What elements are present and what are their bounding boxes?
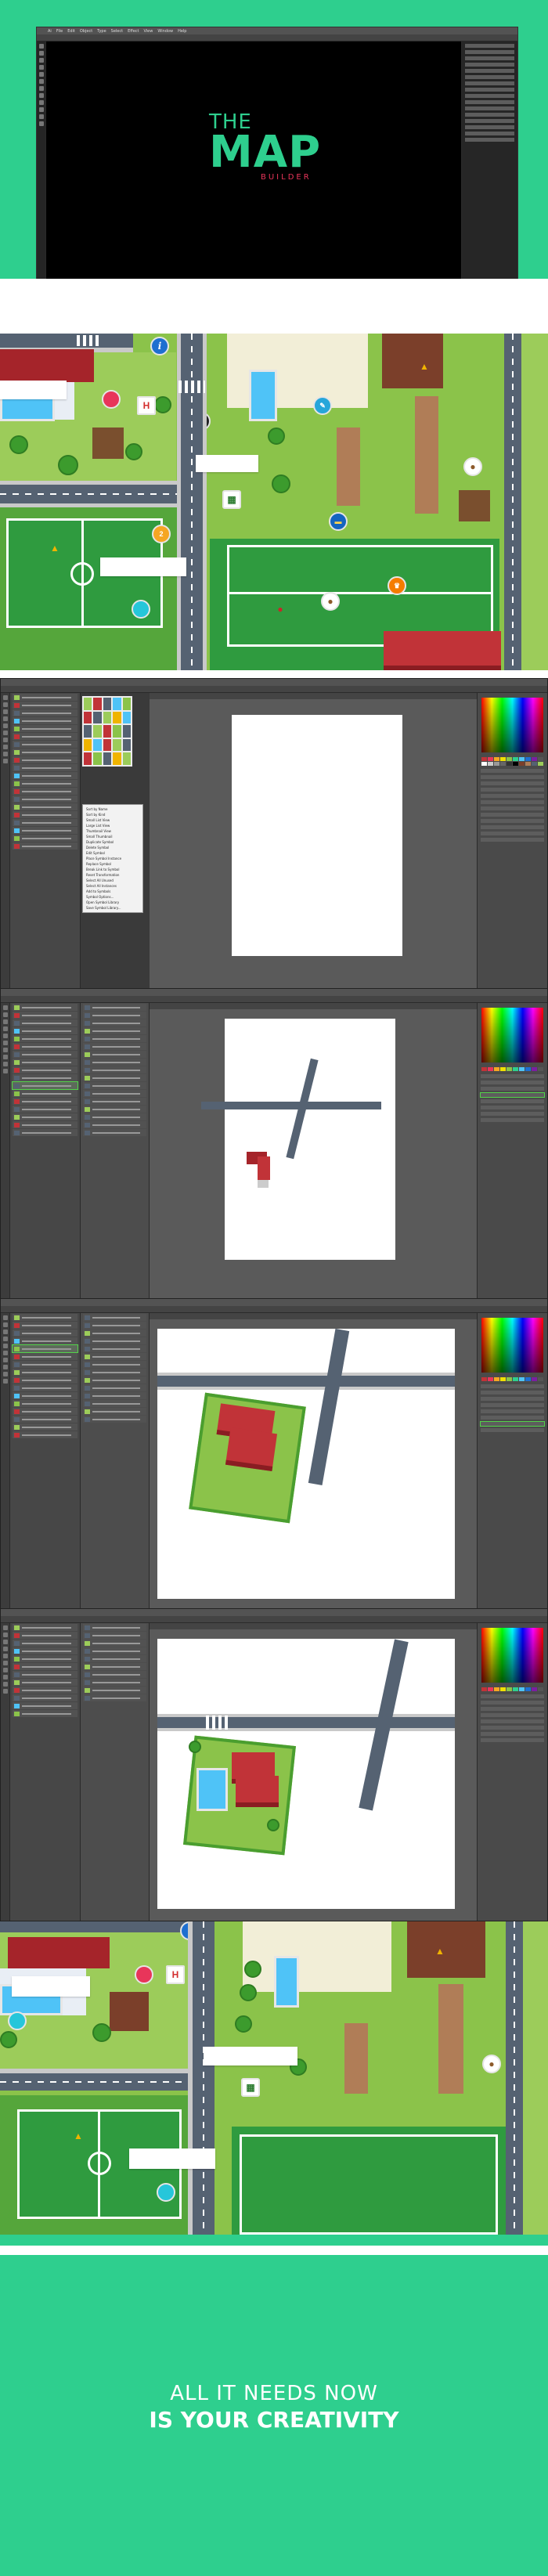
menu-item[interactable]: Ai [48, 29, 52, 34]
color-panel [477, 693, 547, 990]
logo-builder: BUILDER [261, 173, 312, 182]
menu-item[interactable]: Select [111, 29, 123, 34]
right-panels [461, 41, 517, 279]
burger-pin-icon [102, 390, 121, 409]
rotate-tool-icon[interactable] [38, 86, 44, 91]
context-menu-item[interactable]: Select All Instances [83, 883, 142, 889]
context-menu-item[interactable]: Sort by Name [83, 806, 142, 812]
cinema-3-pin-icon [157, 2183, 175, 2202]
menu-item[interactable]: View [143, 29, 153, 34]
context-menu-item[interactable]: Save Symbol Library... [83, 905, 142, 911]
crown-pin-icon: ♛ [388, 576, 406, 595]
app-window: Ai File Edit Object Type Select Effect V… [36, 27, 518, 279]
menu-item[interactable]: Object [80, 29, 92, 34]
context-menu-item[interactable]: Replace Symbol [83, 861, 142, 867]
brush-tool-icon[interactable] [38, 79, 44, 84]
footer-banner: ALL IT NEEDS NOW IS YOUR CREATIVITY [0, 2235, 548, 2576]
context-menu-item[interactable]: Edit Symbol [83, 850, 142, 856]
excavator-4-pin-icon: ▲ [435, 1946, 445, 1957]
map-scene-2: i H ▲ ▦ ▲ ● [0, 1921, 548, 2235]
map-marker-icon: ● [277, 604, 283, 615]
symbols-panel [10, 693, 81, 990]
pencil-pin-icon: ✎ [313, 396, 332, 415]
excavator-pin-icon: ▲ [50, 543, 59, 554]
context-menu-item[interactable]: Select All Unused [83, 878, 142, 883]
zoom-tool-icon[interactable] [38, 121, 44, 126]
menu-bar: Ai File Edit Object Type Select Effect V… [37, 27, 517, 34]
hospital-3-pin-icon: H [166, 1965, 185, 1984]
context-menu-item[interactable]: Small List View [83, 817, 142, 823]
medal-pin-icon: 2 [152, 525, 171, 543]
cinema-2-pin-icon [8, 2011, 27, 2030]
menu-item[interactable]: Effect [128, 29, 139, 34]
swatches[interactable] [481, 757, 543, 766]
direct-select-tool-icon[interactable] [38, 51, 44, 56]
context-menu-item[interactable]: Break Link to Symbol [83, 867, 142, 872]
type-tool-icon[interactable] [38, 65, 44, 70]
hospital-4-pin-icon: ▦ [241, 2078, 260, 2097]
context-menu-item[interactable]: Duplicate Symbol [83, 839, 142, 845]
stool-2-pin-icon: ● [482, 2055, 501, 2073]
shape-tool-icon[interactable] [38, 72, 44, 77]
artboard[interactable] [232, 715, 402, 956]
canvas-area[interactable] [150, 693, 477, 990]
workspace-screen-1: Sort by Name Sort by Kind Small List Vie… [0, 678, 548, 991]
gradient-tool-icon[interactable] [38, 100, 44, 105]
workspace-screen-3 [0, 1298, 548, 1611]
menu-item[interactable]: File [56, 29, 63, 34]
hero-section: Ai File Edit Object Type Select Effect V… [0, 0, 548, 279]
selection-tool-icon[interactable] [38, 44, 44, 49]
color-spectrum[interactable] [481, 698, 543, 752]
banner-line-1: ALL IT NEEDS NOW [170, 2382, 378, 2405]
context-menu: Sort by Name Sort by Kind Small List Vie… [82, 804, 143, 913]
logo-map: MAP [209, 127, 322, 178]
selected-library-item[interactable] [12, 1081, 78, 1090]
map-scene-1: H i • ▲ 2 ✎ ▲ ▦ ● ▬ ● ♛ ● [0, 334, 548, 670]
cinema-pin-icon [132, 600, 150, 619]
logo: THE MAP BUILDER [209, 112, 350, 182]
scale-tool-icon[interactable] [38, 93, 44, 98]
banner-line-2: IS YOUR CREATIVITY [149, 2407, 399, 2433]
delivery-pin-icon: ▬ [329, 512, 348, 531]
excavator-2-pin-icon: ▲ [420, 361, 429, 372]
hospital-pin-icon: H [137, 396, 156, 415]
context-menu-item[interactable]: Open Symbol Library [83, 900, 142, 905]
context-menu-item[interactable]: Symbol Options... [83, 894, 142, 900]
context-menu-item[interactable]: Add to Symbols [83, 889, 142, 894]
context-menu-item[interactable]: Small Thumbnail [83, 834, 142, 839]
context-menu-item[interactable]: Delete Symbol [83, 845, 142, 850]
hand-tool-icon[interactable] [38, 114, 44, 119]
menu-item[interactable]: Window [157, 29, 173, 34]
info-pin-icon: i [150, 337, 169, 355]
menu-item[interactable]: Type [97, 29, 106, 34]
tools-panel [37, 41, 46, 279]
context-menu-item[interactable]: Sort by Kind [83, 812, 142, 817]
workspace-screen-2 [0, 988, 548, 1301]
stool-pin-icon: ● [463, 457, 482, 476]
burger-2-pin-icon [135, 1965, 153, 1984]
eyedropper-tool-icon[interactable] [38, 107, 44, 112]
poop-pin-icon: ● [321, 592, 340, 611]
control-bar [37, 34, 517, 41]
menu-item[interactable]: Edit [67, 29, 75, 34]
symbol-grid [82, 696, 132, 767]
context-menu-item[interactable]: Large List View [83, 823, 142, 828]
context-menu-item[interactable]: Place Symbol Instance [83, 856, 142, 861]
pen-tool-icon[interactable] [38, 58, 44, 63]
hospital-2-pin-icon: ▦ [222, 490, 241, 509]
context-menu-item[interactable]: Thumbnail View [83, 828, 142, 834]
excavator-3-pin-icon: ▲ [74, 2130, 83, 2141]
menu-item[interactable]: Help [178, 29, 186, 34]
context-menu-item[interactable]: Reset Transformation [83, 872, 142, 878]
workspace-screen-4 [0, 1608, 548, 1921]
